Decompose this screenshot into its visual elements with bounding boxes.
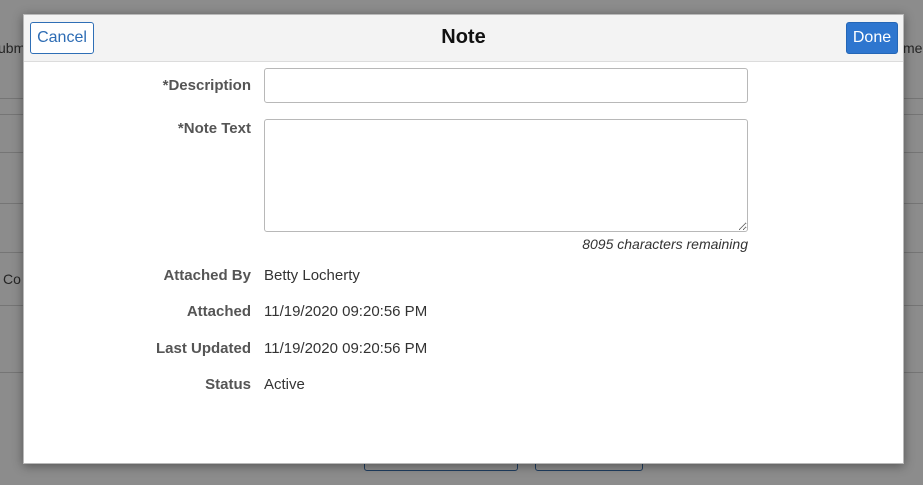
modal-title: Note: [441, 26, 486, 48]
note-text-input[interactable]: [264, 119, 748, 232]
modal-header: Note Cancel Done: [24, 15, 903, 62]
attached-by-value: Betty Locherty: [264, 267, 360, 284]
attached-value: 11/19/2020 09:20:56 PM: [264, 303, 428, 320]
last-updated-label: Last Updated: [155, 340, 251, 357]
cancel-button[interactable]: Cancel: [30, 22, 94, 54]
description-input[interactable]: [264, 68, 748, 103]
last-updated-value: 11/19/2020 09:20:56 PM: [264, 340, 428, 357]
description-label: *Description: [162, 77, 251, 94]
characters-remaining: 8095 characters remaining: [582, 236, 748, 252]
attached-by-label: Attached By: [163, 267, 251, 284]
status-label: Status: [205, 376, 251, 393]
note-text-label: *Note Text: [177, 120, 251, 137]
note-modal: Note Cancel Done *Description *Note Text…: [23, 14, 904, 464]
done-button[interactable]: Done: [846, 22, 898, 54]
status-value: Active: [264, 376, 305, 393]
attached-label: Attached: [186, 303, 251, 320]
